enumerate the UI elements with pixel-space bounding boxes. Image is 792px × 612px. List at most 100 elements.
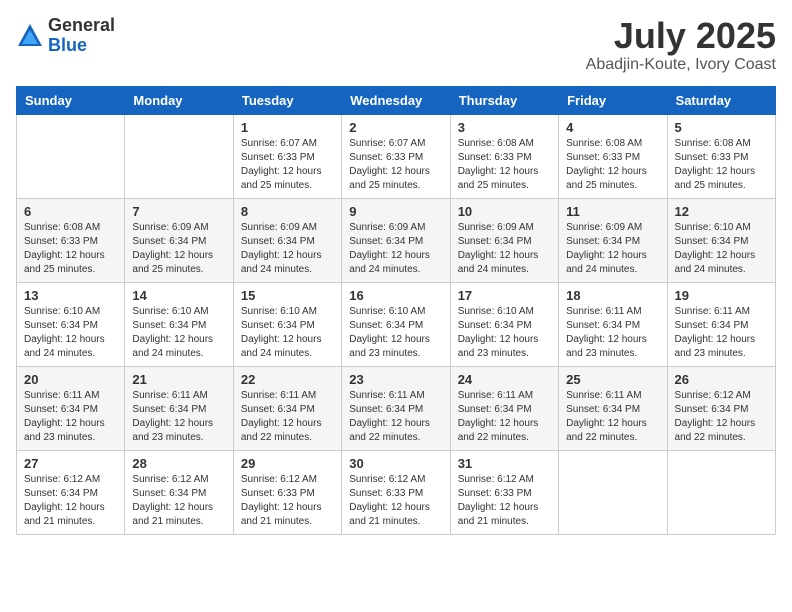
calendar-cell: 6 Sunrise: 6:08 AM Sunset: 6:33 PM Daylig… [17, 198, 125, 282]
day-info: Sunrise: 6:11 AM Sunset: 6:34 PM Dayligh… [132, 389, 225, 445]
calendar-cell [17, 114, 125, 198]
day-info: Sunrise: 6:10 AM Sunset: 6:34 PM Dayligh… [675, 221, 768, 277]
logo-blue-text: Blue [48, 36, 115, 56]
calendar-header-row: SundayMondayTuesdayWednesdayThursdayFrid… [17, 86, 776, 114]
calendar-cell: 29Sunrise: 6:12 AM Sunset: 6:33 PM Dayli… [233, 450, 341, 534]
calendar-cell: 11 Sunrise: 6:09 AM Sunset: 6:34 PM Dayli… [559, 198, 667, 282]
day-number: 3 [458, 120, 551, 135]
day-number: 7 [132, 204, 225, 219]
day-number: 2 [349, 120, 442, 135]
calendar-cell: 23 Sunrise: 6:11 AM Sunset: 6:34 PM Dayli… [342, 366, 450, 450]
calendar-cell: 30Sunrise: 6:12 AM Sunset: 6:33 PM Dayli… [342, 450, 450, 534]
calendar-cell [559, 450, 667, 534]
calendar-week-row: 6 Sunrise: 6:08 AM Sunset: 6:33 PM Daylig… [17, 198, 776, 282]
calendar-week-row: 1 Sunrise: 6:07 AM Sunset: 6:33 PM Daylig… [17, 114, 776, 198]
calendar-header-friday: Friday [559, 86, 667, 114]
calendar-cell: 18Sunrise: 6:11 AM Sunset: 6:34 PM Dayli… [559, 282, 667, 366]
day-info: Sunrise: 6:09 AM Sunset: 6:34 PM Dayligh… [566, 221, 659, 277]
day-info: Sunrise: 6:10 AM Sunset: 6:34 PM Dayligh… [132, 305, 225, 361]
day-info: Sunrise: 6:08 AM Sunset: 6:33 PM Dayligh… [24, 221, 117, 277]
day-info: Sunrise: 6:09 AM Sunset: 6:34 PM Dayligh… [241, 221, 334, 277]
day-number: 12 [675, 204, 768, 219]
calendar-week-row: 13Sunrise: 6:10 AM Sunset: 6:34 PM Dayli… [17, 282, 776, 366]
page-header: General Blue July 2025 Abadjin-Koute, Iv… [16, 16, 776, 74]
day-info: Sunrise: 6:09 AM Sunset: 6:34 PM Dayligh… [458, 221, 551, 277]
day-number: 21 [132, 372, 225, 387]
day-number: 25 [566, 372, 659, 387]
logo: General Blue [16, 16, 115, 56]
day-number: 31 [458, 456, 551, 471]
day-number: 1 [241, 120, 334, 135]
logo-text: General Blue [48, 16, 115, 56]
calendar-table: SundayMondayTuesdayWednesdayThursdayFrid… [16, 86, 776, 535]
calendar-cell: 5Sunrise: 6:08 AM Sunset: 6:33 PM Daylig… [667, 114, 775, 198]
calendar-cell: 27Sunrise: 6:12 AM Sunset: 6:34 PM Dayli… [17, 450, 125, 534]
day-number: 8 [241, 204, 334, 219]
day-info: Sunrise: 6:10 AM Sunset: 6:34 PM Dayligh… [241, 305, 334, 361]
logo-general-text: General [48, 16, 115, 36]
location-title: Abadjin-Koute, Ivory Coast [586, 56, 776, 74]
day-number: 4 [566, 120, 659, 135]
calendar-cell: 22 Sunrise: 6:11 AM Sunset: 6:34 PM Dayli… [233, 366, 341, 450]
day-info: Sunrise: 6:07 AM Sunset: 6:33 PM Dayligh… [241, 137, 334, 193]
day-number: 10 [458, 204, 551, 219]
calendar-cell: 3 Sunrise: 6:08 AM Sunset: 6:33 PM Daylig… [450, 114, 558, 198]
day-number: 16 [349, 288, 442, 303]
calendar-cell: 9 Sunrise: 6:09 AM Sunset: 6:34 PM Daylig… [342, 198, 450, 282]
day-number: 26 [675, 372, 768, 387]
day-info: Sunrise: 6:10 AM Sunset: 6:34 PM Dayligh… [24, 305, 117, 361]
calendar-header-saturday: Saturday [667, 86, 775, 114]
day-number: 23 [349, 372, 442, 387]
calendar-week-row: 27Sunrise: 6:12 AM Sunset: 6:34 PM Dayli… [17, 450, 776, 534]
calendar-cell: 20 Sunrise: 6:11 AM Sunset: 6:34 PM Dayli… [17, 366, 125, 450]
day-info: Sunrise: 6:11 AM Sunset: 6:34 PM Dayligh… [675, 305, 768, 361]
day-info: Sunrise: 6:11 AM Sunset: 6:34 PM Dayligh… [241, 389, 334, 445]
calendar-cell: 12 Sunrise: 6:10 AM Sunset: 6:34 PM Dayli… [667, 198, 775, 282]
day-info: Sunrise: 6:12 AM Sunset: 6:34 PM Dayligh… [24, 473, 117, 529]
day-number: 6 [24, 204, 117, 219]
calendar-cell: 1 Sunrise: 6:07 AM Sunset: 6:33 PM Daylig… [233, 114, 341, 198]
day-number: 11 [566, 204, 659, 219]
calendar-cell: 25 Sunrise: 6:11 AM Sunset: 6:34 PM Dayli… [559, 366, 667, 450]
day-number: 18 [566, 288, 659, 303]
day-info: Sunrise: 6:12 AM Sunset: 6:33 PM Dayligh… [349, 473, 442, 529]
calendar-cell: 7 Sunrise: 6:09 AM Sunset: 6:34 PM Daylig… [125, 198, 233, 282]
month-title: July 2025 [586, 16, 776, 56]
day-info: Sunrise: 6:11 AM Sunset: 6:34 PM Dayligh… [566, 389, 659, 445]
day-info: Sunrise: 6:10 AM Sunset: 6:34 PM Dayligh… [458, 305, 551, 361]
calendar-cell: 13Sunrise: 6:10 AM Sunset: 6:34 PM Dayli… [17, 282, 125, 366]
calendar-cell: 8 Sunrise: 6:09 AM Sunset: 6:34 PM Daylig… [233, 198, 341, 282]
day-number: 15 [241, 288, 334, 303]
day-number: 20 [24, 372, 117, 387]
logo-icon [16, 22, 44, 50]
day-info: Sunrise: 6:08 AM Sunset: 6:33 PM Dayligh… [458, 137, 551, 193]
day-number: 14 [132, 288, 225, 303]
day-info: Sunrise: 6:11 AM Sunset: 6:34 PM Dayligh… [24, 389, 117, 445]
day-info: Sunrise: 6:11 AM Sunset: 6:34 PM Dayligh… [349, 389, 442, 445]
calendar-header-thursday: Thursday [450, 86, 558, 114]
calendar-cell: 10 Sunrise: 6:09 AM Sunset: 6:34 PM Dayli… [450, 198, 558, 282]
day-number: 19 [675, 288, 768, 303]
day-info: Sunrise: 6:12 AM Sunset: 6:33 PM Dayligh… [458, 473, 551, 529]
day-number: 9 [349, 204, 442, 219]
day-number: 22 [241, 372, 334, 387]
calendar-cell: 24 Sunrise: 6:11 AM Sunset: 6:34 PM Dayli… [450, 366, 558, 450]
day-number: 28 [132, 456, 225, 471]
calendar-cell: 14 Sunrise: 6:10 AM Sunset: 6:34 PM Dayli… [125, 282, 233, 366]
calendar-header-monday: Monday [125, 86, 233, 114]
day-number: 29 [241, 456, 334, 471]
day-info: Sunrise: 6:10 AM Sunset: 6:34 PM Dayligh… [349, 305, 442, 361]
calendar-cell [125, 114, 233, 198]
calendar-cell: 4 Sunrise: 6:08 AM Sunset: 6:33 PM Daylig… [559, 114, 667, 198]
day-info: Sunrise: 6:11 AM Sunset: 6:34 PM Dayligh… [458, 389, 551, 445]
day-number: 24 [458, 372, 551, 387]
day-info: Sunrise: 6:08 AM Sunset: 6:33 PM Dayligh… [566, 137, 659, 193]
calendar-cell: 16 Sunrise: 6:10 AM Sunset: 6:34 PM Dayli… [342, 282, 450, 366]
day-info: Sunrise: 6:09 AM Sunset: 6:34 PM Dayligh… [132, 221, 225, 277]
calendar-header-tuesday: Tuesday [233, 86, 341, 114]
day-info: Sunrise: 6:07 AM Sunset: 6:33 PM Dayligh… [349, 137, 442, 193]
day-info: Sunrise: 6:09 AM Sunset: 6:34 PM Dayligh… [349, 221, 442, 277]
calendar-cell: 26Sunrise: 6:12 AM Sunset: 6:34 PM Dayli… [667, 366, 775, 450]
calendar-header-sunday: Sunday [17, 86, 125, 114]
calendar-cell: 19 Sunrise: 6:11 AM Sunset: 6:34 PM Dayli… [667, 282, 775, 366]
